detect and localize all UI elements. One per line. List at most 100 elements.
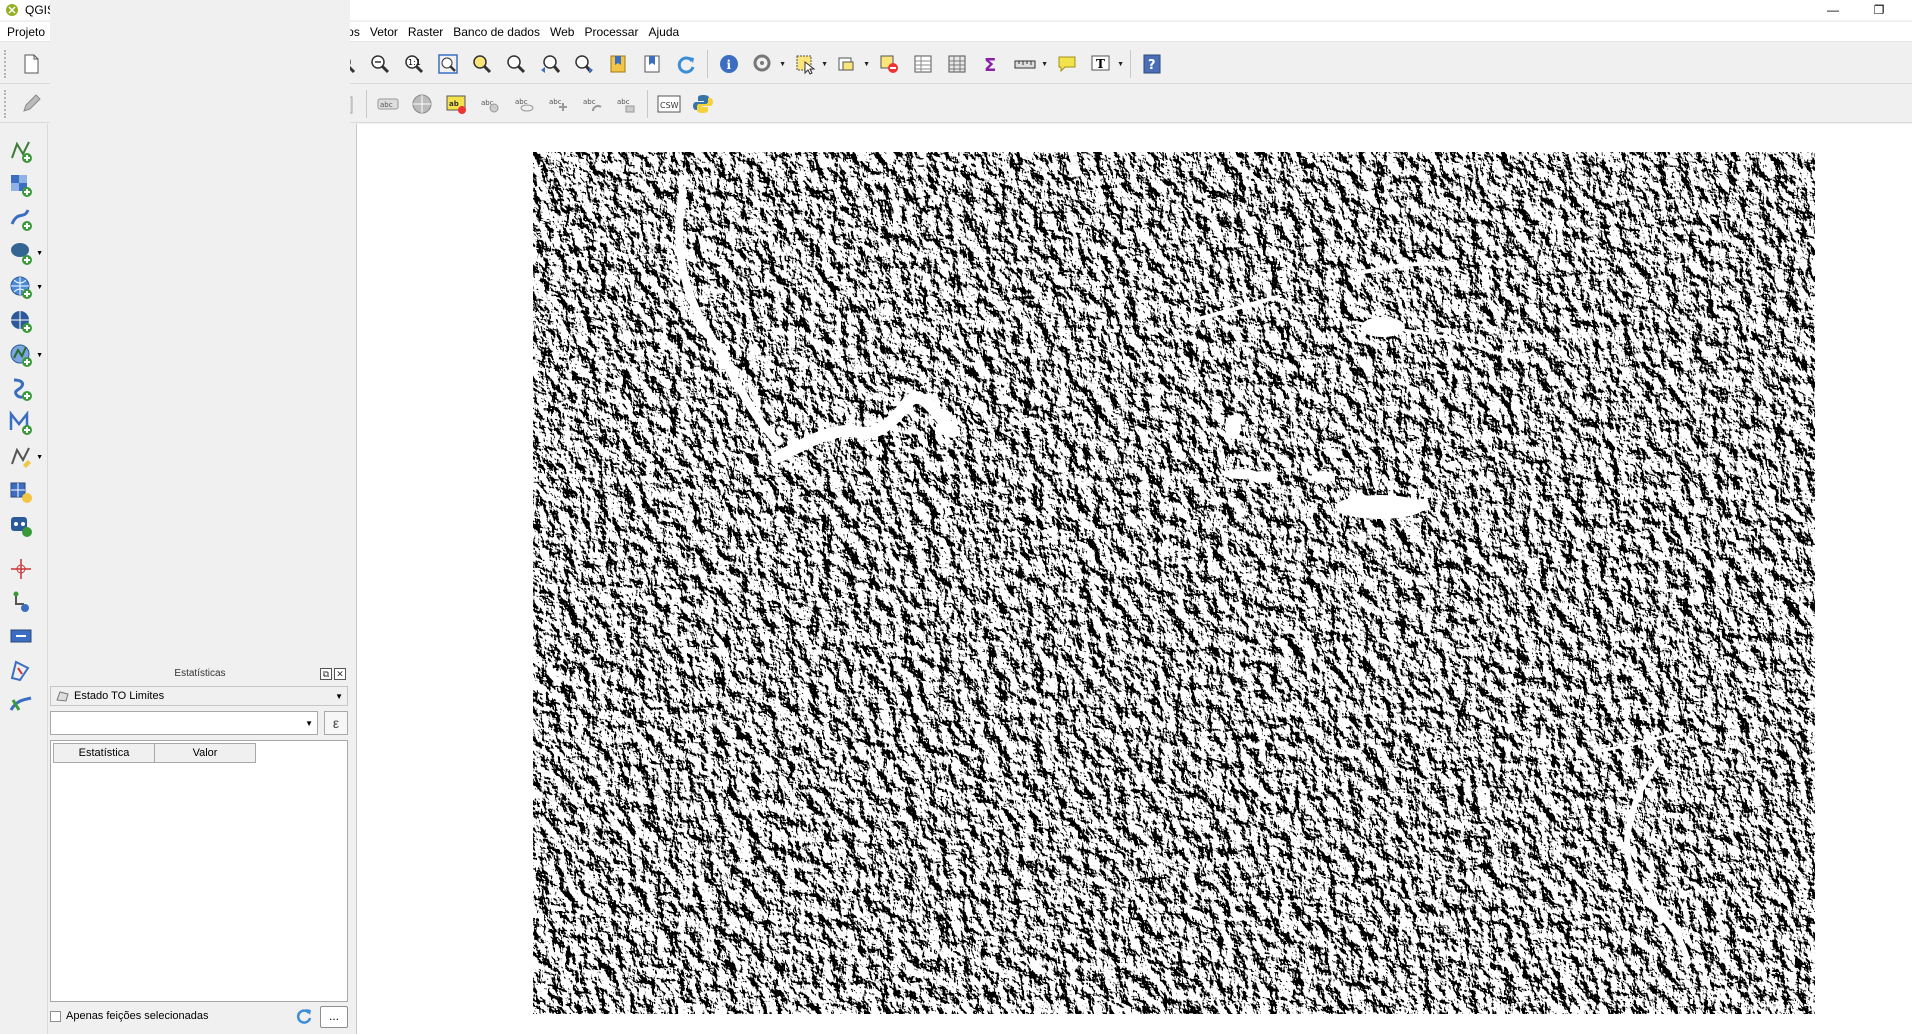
menu-vetor[interactable]: Vetor bbox=[365, 22, 403, 42]
new-geopackage-icon[interactable] bbox=[5, 510, 37, 540]
zoom-out-icon[interactable] bbox=[365, 49, 395, 79]
more-options-button[interactable]: ... bbox=[320, 1006, 348, 1028]
zoom-next-icon[interactable] bbox=[569, 49, 599, 79]
tree-layer-estado-to-limites[interactable]: Estado TO Limites bbox=[89, 310, 220, 326]
composer-manager-icon[interactable] bbox=[186, 49, 216, 79]
expression-builder-button[interactable]: ε bbox=[324, 711, 348, 735]
topology-checker-icon[interactable] bbox=[5, 656, 37, 686]
collapse-toggle[interactable]: − bbox=[76, 248, 85, 258]
save-edits-icon[interactable] bbox=[84, 89, 114, 119]
expand-all-icon[interactable] bbox=[190, 146, 210, 166]
menu-configuracoes[interactable]: Configurações bbox=[187, 22, 274, 42]
add-vector-layer-icon[interactable] bbox=[5, 136, 37, 166]
layer-visibility-checkbox[interactable] bbox=[89, 312, 100, 324]
menu-banco-de-dados[interactable]: Banco de dados bbox=[448, 22, 545, 42]
layer-diagram-icon[interactable]: ab bbox=[441, 89, 471, 119]
map-canvas[interactable] bbox=[356, 124, 1912, 1034]
filter-legend-icon[interactable] bbox=[134, 146, 154, 166]
save-project-icon[interactable] bbox=[84, 49, 114, 79]
tab-caminho-mais-curto[interactable]: Caminho mais curto bbox=[114, 640, 230, 660]
statistical-summary-icon[interactable]: Σ bbox=[976, 49, 1006, 79]
layer-visibility-checkbox[interactable]: ✕ bbox=[89, 377, 100, 389]
layer-visibility-checkbox[interactable] bbox=[89, 328, 100, 340]
deselect-icon[interactable] bbox=[874, 49, 904, 79]
refresh-icon[interactable] bbox=[671, 49, 701, 79]
tree-layer-mapa-hipsometrico[interactable]: + mapa_hipsométrico_to bbox=[76, 294, 244, 310]
csw-icon[interactable]: CSW bbox=[654, 89, 684, 119]
new-project-icon[interactable] bbox=[16, 49, 46, 79]
coordinate-capture-icon[interactable] bbox=[5, 622, 37, 652]
current-edits-icon[interactable] bbox=[16, 89, 46, 119]
menu-processar[interactable]: Processar bbox=[579, 22, 643, 42]
change-label-icon[interactable]: abc bbox=[611, 89, 641, 119]
attribute-table-icon[interactable] bbox=[908, 49, 938, 79]
show-hide-labels-icon[interactable]: abc bbox=[509, 89, 539, 119]
add-wfs-layer-icon[interactable]: ▼ bbox=[5, 340, 43, 370]
tab-camadas[interactable]: Camadas bbox=[50, 640, 116, 660]
stats-layer-combo[interactable]: Estado TO Limites ▼ bbox=[50, 686, 348, 706]
zoom-in-icon[interactable] bbox=[331, 49, 361, 79]
rotate-label-icon[interactable]: abc bbox=[577, 89, 607, 119]
tree-layer-mosaico-somreado-2[interactable]: − ✕ mosaico_somreado_to_2 bbox=[76, 375, 256, 391]
column-header-valor[interactable]: Valor bbox=[154, 743, 256, 763]
zoom-to-selection-icon[interactable] bbox=[467, 49, 497, 79]
layer-visibility-checkbox[interactable] bbox=[69, 182, 80, 194]
show-bookmarks-icon[interactable] bbox=[637, 49, 667, 79]
menu-camada[interactable]: Camada bbox=[131, 22, 186, 42]
text-annotation-icon[interactable]: T ▼ bbox=[1086, 49, 1124, 79]
run-action-icon[interactable]: ▼ bbox=[748, 49, 786, 79]
copy-features-icon[interactable] bbox=[296, 89, 326, 119]
selected-only-checkbox[interactable] bbox=[50, 1010, 61, 1022]
whats-this-icon[interactable]: ? bbox=[1137, 49, 1167, 79]
add-group-icon[interactable] bbox=[78, 146, 98, 166]
filter-by-expression-icon[interactable]: ε ▼ bbox=[158, 146, 187, 166]
float-panel-button[interactable]: ⧉ bbox=[320, 668, 332, 680]
layer-styling-icon[interactable] bbox=[54, 146, 74, 166]
collapse-all-icon[interactable] bbox=[214, 146, 234, 166]
new-bookmark-icon[interactable] bbox=[603, 49, 633, 79]
georeferencer-icon[interactable] bbox=[5, 554, 37, 584]
menu-raster[interactable]: Raster bbox=[403, 22, 448, 42]
tab-navegador[interactable]: Navegador bbox=[228, 640, 301, 660]
field-calculator-icon[interactable] bbox=[942, 49, 972, 79]
zoom-full-icon[interactable] bbox=[433, 49, 463, 79]
toggle-editing-icon[interactable] bbox=[50, 89, 80, 119]
map-tips-icon[interactable] bbox=[1052, 49, 1082, 79]
restore-button[interactable]: ❐ bbox=[1856, 0, 1902, 20]
add-wms-layer-icon[interactable]: ▼ bbox=[5, 272, 43, 302]
zoom-last-icon[interactable] bbox=[535, 49, 565, 79]
zoom-native-icon[interactable]: 1:1 bbox=[399, 49, 429, 79]
add-delimited-text-icon[interactable] bbox=[5, 374, 37, 404]
menu-exibir[interactable]: Exibir bbox=[91, 22, 131, 42]
tree-layer-mosaico-somreado[interactable]: − mosaico_somreado_to bbox=[76, 245, 244, 261]
add-feature-icon[interactable] bbox=[118, 89, 148, 119]
add-virtual-layer-icon[interactable] bbox=[5, 408, 37, 438]
new-print-composer-icon[interactable] bbox=[152, 49, 182, 79]
delete-selected-icon[interactable] bbox=[228, 89, 258, 119]
add-postgis-layer-icon[interactable]: ▼ bbox=[5, 238, 43, 268]
move-feature-icon[interactable]: ▼ bbox=[152, 89, 190, 119]
menu-complementos[interactable]: Complementos bbox=[274, 22, 365, 42]
expand-toggle[interactable]: + bbox=[76, 297, 85, 307]
menu-editar[interactable]: Editar bbox=[50, 22, 91, 42]
layer-labeling-icon[interactable] bbox=[407, 89, 437, 119]
collapse-toggle[interactable]: − bbox=[76, 329, 85, 339]
add-raster-layer-icon[interactable] bbox=[5, 170, 37, 200]
pan-to-selection-icon[interactable] bbox=[297, 49, 327, 79]
pin-labels-icon[interactable]: abc bbox=[475, 89, 505, 119]
measure-icon[interactable]: ▼ bbox=[1010, 49, 1048, 79]
minimize-button[interactable]: — bbox=[1810, 0, 1856, 20]
column-header-estatistica[interactable]: Estatística bbox=[53, 743, 155, 763]
python-console-icon[interactable] bbox=[688, 89, 718, 119]
open-project-icon[interactable] bbox=[50, 49, 80, 79]
identify-icon[interactable]: i bbox=[714, 49, 744, 79]
collapse-toggle[interactable]: − bbox=[76, 378, 85, 388]
add-spatialite-layer-icon[interactable] bbox=[5, 204, 37, 234]
float-panel-button[interactable]: ⧉ bbox=[320, 126, 332, 138]
paste-features-icon[interactable] bbox=[330, 89, 360, 119]
tree-layer-mosaico-reprojetado[interactable]: − mosaico_reprojetado_to bbox=[76, 326, 252, 342]
menu-web[interactable]: Web bbox=[545, 22, 579, 42]
menu-ajuda[interactable]: Ajuda bbox=[643, 22, 684, 42]
stats-field-combo[interactable]: ▼ bbox=[50, 711, 318, 735]
layer-visibility-checkbox[interactable] bbox=[89, 296, 100, 308]
